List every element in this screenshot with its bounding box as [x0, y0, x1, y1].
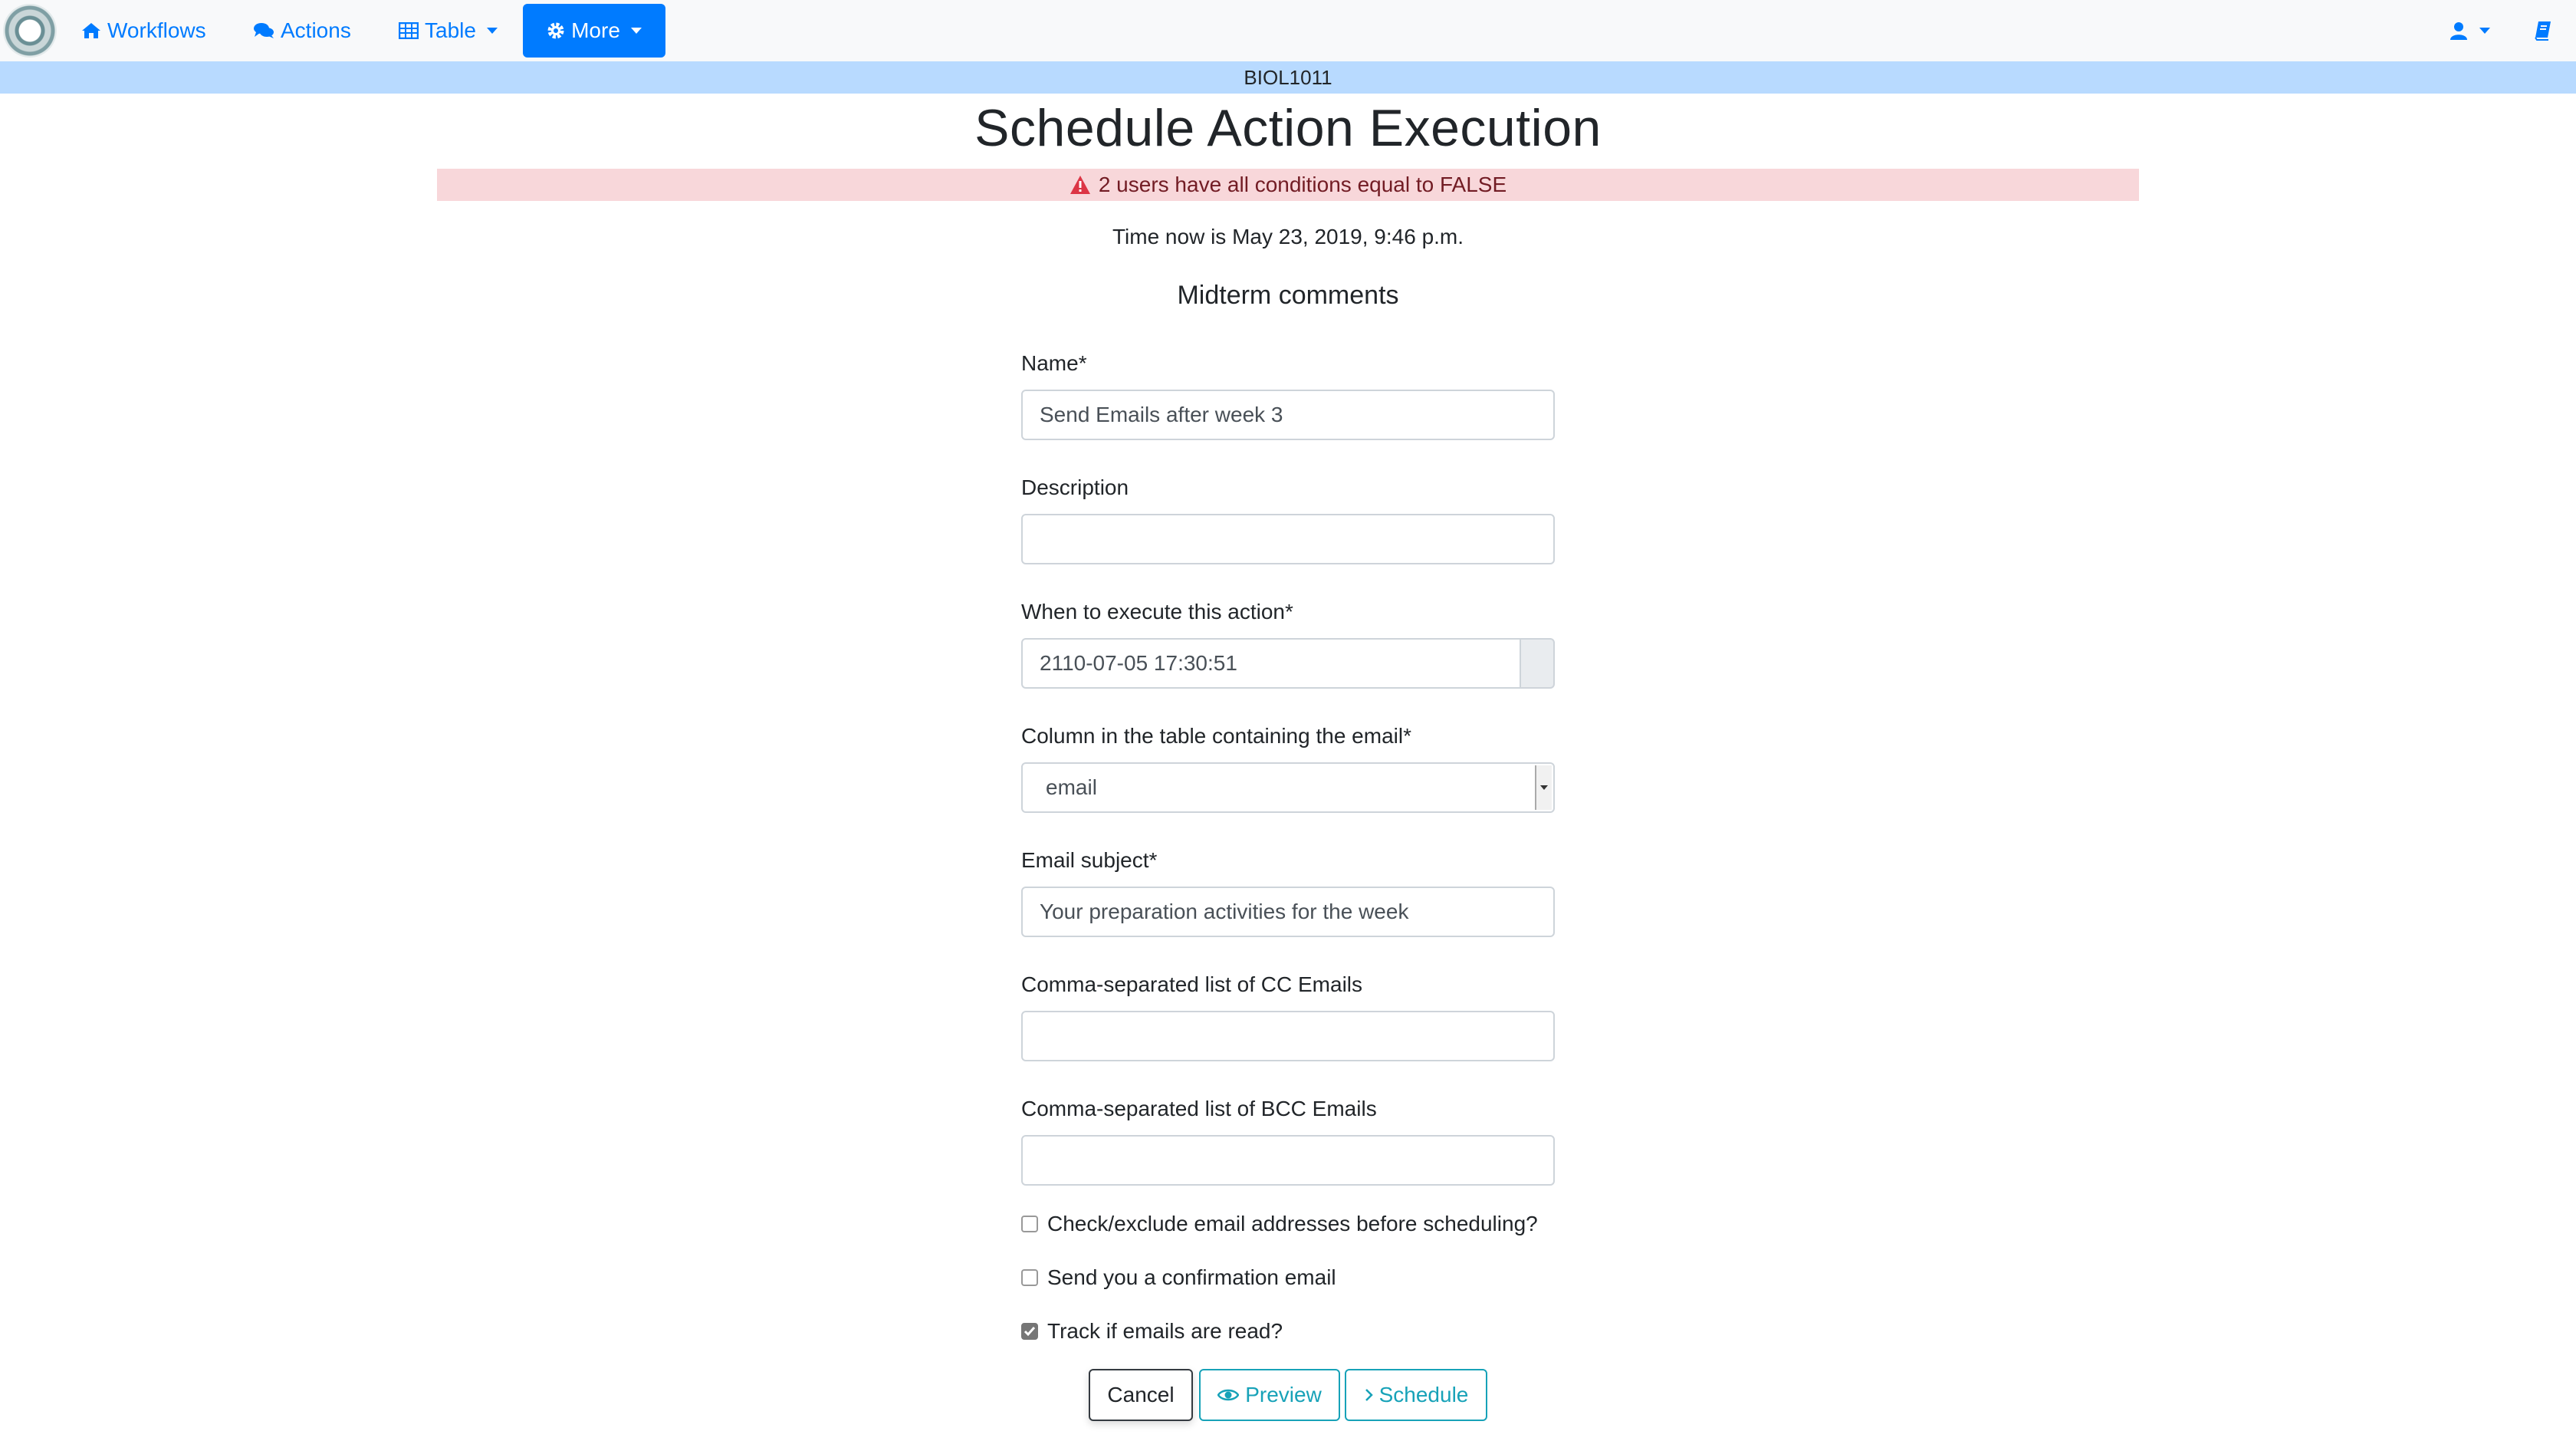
nav-table-dropdown[interactable]: Table — [399, 0, 498, 61]
execution-datetime-value: 2110-07-05 17:30:51 — [1040, 651, 1237, 675]
check-exclude-label: Check/exclude email addresses before sch… — [1047, 1212, 1538, 1235]
email-column-select[interactable]: email — [1021, 762, 1555, 813]
user-icon — [2450, 22, 2467, 40]
nav-workflows[interactable]: Workflows — [81, 0, 206, 61]
book-icon — [2535, 21, 2551, 41]
name-label: Name* — [1021, 351, 1087, 375]
track-read-checkbox[interactable] — [1021, 1323, 1038, 1340]
table-icon — [399, 22, 419, 39]
track-read-label: Track if emails are read? — [1047, 1319, 1283, 1343]
subject-label: Email subject* — [1021, 848, 1158, 872]
help-link[interactable] — [2535, 0, 2558, 61]
bcc-input[interactable] — [1021, 1135, 1555, 1186]
check-icon — [1024, 1327, 1036, 1337]
time-now: Time now is May 23, 2019, 9:46 p.m. — [1112, 225, 1464, 248]
when-label: When to execute this action* — [1021, 600, 1293, 623]
user-dropdown[interactable] — [2450, 0, 2490, 61]
select-arrow-icon[interactable] — [1535, 765, 1552, 810]
name-input[interactable]: Send Emails after week 3 — [1021, 390, 1555, 440]
track-read-row[interactable]: Track if emails are read? — [1021, 1319, 1283, 1344]
action-name: Midterm comments — [1177, 281, 1399, 310]
chevron-right-icon — [1365, 1389, 1373, 1401]
confirmation-row[interactable]: Send you a confirmation email — [1021, 1265, 1336, 1290]
bcc-label: Comma-separated list of BCC Emails — [1021, 1097, 1377, 1120]
workflow-name-bar: BIOL1011 — [0, 61, 2576, 94]
top-navbar: Workflows Actions Table More — [0, 0, 2576, 61]
chevron-down-icon — [630, 28, 642, 34]
nav-workflows-label: Workflows — [107, 18, 206, 42]
more-label: More — [571, 18, 620, 42]
comments-icon — [254, 23, 274, 38]
description-input[interactable] — [1021, 514, 1555, 564]
description-label: Description — [1021, 475, 1129, 499]
schedule-button[interactable]: Schedule — [1345, 1369, 1487, 1421]
cog-icon — [547, 22, 564, 39]
cc-label: Comma-separated list of CC Emails — [1021, 972, 1363, 996]
nav-table-label: Table — [425, 18, 476, 42]
home-icon — [82, 23, 100, 38]
email-column-label: Column in the table containing the email… — [1021, 724, 1411, 748]
check-exclude-checkbox[interactable] — [1021, 1216, 1038, 1232]
subject-input[interactable]: Your preparation activities for the week — [1021, 887, 1555, 937]
cancel-button-label: Cancel — [1107, 1383, 1175, 1406]
eye-icon — [1217, 1389, 1240, 1401]
nav-actions-label: Actions — [281, 18, 351, 42]
confirmation-label: Send you a confirmation email — [1047, 1265, 1336, 1289]
name-input-value: Send Emails after week 3 — [1040, 403, 1283, 426]
cc-input[interactable] — [1021, 1011, 1555, 1061]
chevron-down-icon — [486, 28, 498, 34]
preview-button[interactable]: Preview — [1199, 1369, 1340, 1421]
check-exclude-row[interactable]: Check/exclude email addresses before sch… — [1021, 1212, 1538, 1236]
page-title: Schedule Action Execution — [974, 99, 1602, 157]
datetime-picker-button[interactable] — [1520, 638, 1555, 689]
schedule-button-label: Schedule — [1378, 1383, 1469, 1406]
subject-input-value: Your preparation activities for the week — [1040, 900, 1409, 923]
cancel-button[interactable]: Cancel — [1089, 1369, 1193, 1421]
chevron-down-icon — [2479, 28, 2490, 34]
warning-icon — [1070, 176, 1090, 194]
nav-actions[interactable]: Actions — [253, 0, 351, 61]
confirmation-checkbox[interactable] — [1021, 1269, 1038, 1286]
preview-button-label: Preview — [1245, 1383, 1322, 1406]
ontask-logo[interactable] — [3, 4, 57, 58]
conditions-alert: 2 users have all conditions equal to FAL… — [437, 169, 2139, 201]
alert-text: 2 users have all conditions equal to FAL… — [1098, 173, 1507, 196]
more-dropdown-button[interactable]: More — [523, 4, 665, 58]
execution-datetime-input[interactable]: 2110-07-05 17:30:51 — [1021, 638, 1521, 689]
email-column-value: email — [1046, 775, 1097, 799]
